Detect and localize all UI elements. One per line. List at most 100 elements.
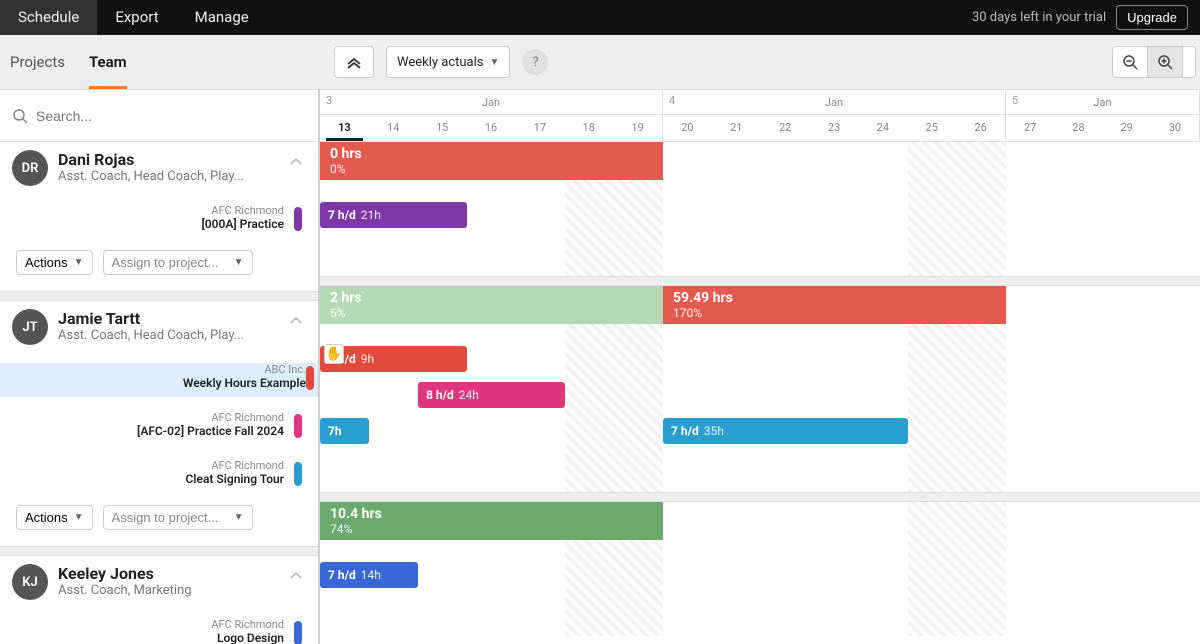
tab-manage[interactable]: Manage <box>177 0 267 35</box>
toolbar: Projects Team Weekly actuals ▼ ? <box>0 35 1200 90</box>
assignment-row[interactable]: AFC Richmond Cleat Signing Tour <box>12 459 306 493</box>
day-header[interactable]: 27 <box>1006 115 1054 141</box>
search-icon <box>12 108 28 124</box>
day-header[interactable]: 19 <box>613 115 662 141</box>
day-header[interactable]: 28 <box>1054 115 1102 141</box>
assignment-row[interactable]: AFC Richmond [AFC-02] Practice Fall 2024 <box>12 411 306 445</box>
summary-bar[interactable]: 10.4 hrs74% <box>320 502 663 540</box>
zoom-in-button[interactable] <box>1147 46 1183 78</box>
day-header[interactable]: 23 <box>810 115 859 141</box>
day-header[interactable]: 24 <box>858 115 907 141</box>
collapse-icon[interactable] <box>290 572 302 580</box>
task-rate: 7 h/d <box>671 424 699 438</box>
zoom-out-button[interactable] <box>1112 46 1148 78</box>
day-header[interactable]: 26 <box>956 115 1005 141</box>
person-name[interactable]: Keeley Jones <box>58 564 192 583</box>
avatar[interactable]: JT <box>12 309 48 345</box>
main-grid: DR Dani Rojas Asst. Coach, Head Coach, Pl… <box>0 90 1200 644</box>
day-header[interactable]: 16 <box>467 115 516 141</box>
assignment-name: Logo Design <box>12 631 284 644</box>
avatar[interactable]: KJ <box>12 564 48 600</box>
assignment-color-dot <box>294 207 302 231</box>
timeline-column: 3Jan131415161718194Jan202122232425265Jan… <box>320 90 1200 644</box>
task-bar[interactable]: 7 h/d35h <box>663 418 908 444</box>
timeline-assignment-row: 8 h/d 24h <box>320 376 1200 412</box>
actions-button[interactable]: Actions▼ <box>16 505 93 530</box>
chevron-down-icon: ▼ <box>74 257 84 268</box>
person-name[interactable]: Jamie Tartt <box>58 309 244 328</box>
task-rate: 7h <box>328 424 342 438</box>
assignment-color-dot <box>294 462 302 486</box>
day-header[interactable]: 30 <box>1151 115 1199 141</box>
summary-hours: 59.49 hrs <box>673 290 996 306</box>
assignment-name: Cleat Signing Tour <box>12 472 284 486</box>
actions-button[interactable]: Actions▼ <box>16 250 93 275</box>
day-header[interactable]: 17 <box>515 115 564 141</box>
day-header[interactable]: 14 <box>369 115 418 141</box>
search-input[interactable] <box>36 108 306 124</box>
summary-bar[interactable]: 0 hrs0% <box>320 142 663 180</box>
subtab-projects[interactable]: Projects <box>10 35 65 89</box>
summary-row: 10.4 hrs74% <box>320 502 1200 542</box>
task-bar[interactable]: 7 h/d14h <box>320 562 418 588</box>
task-total: 24h <box>459 388 479 402</box>
assignment-row[interactable]: ABC Inc. Weekly Hours Example <box>0 363 318 397</box>
assignment-name: [000A] Practice <box>12 217 284 231</box>
person-name[interactable]: Dani Rojas <box>58 150 244 169</box>
assignment-name: [AFC-02] Practice Fall 2024 <box>12 424 284 438</box>
collapse-all-button[interactable] <box>334 46 374 78</box>
topbar: Schedule Export Manage 30 days left in y… <box>0 0 1200 35</box>
summary-bar[interactable]: 59.49 hrs170% <box>663 286 1006 324</box>
task-bar[interactable]: 3 h/d9h✋ <box>320 346 467 372</box>
collapse-icon[interactable] <box>290 317 302 325</box>
week-number: 3 <box>326 94 332 107</box>
day-header[interactable]: 15 <box>418 115 467 141</box>
person-role: Asst. Coach, Head Coach, Play... <box>58 169 244 184</box>
summary-percent: 170% <box>673 306 996 320</box>
task-bar[interactable]: 8 h/d 24h <box>418 382 565 408</box>
timeline-assignment-row: 7 h/d21h <box>320 196 1200 232</box>
summary-hours: 10.4 hrs <box>330 506 653 522</box>
timeline-assignment-row: 3 h/d9h✋ <box>320 340 1200 376</box>
task-rate: 7 h/d <box>328 208 356 222</box>
avatar[interactable]: DR <box>12 150 48 186</box>
summary-hours: 0 hrs <box>330 146 653 162</box>
summary-bar[interactable]: 2 hrs5% <box>320 286 663 324</box>
task-bar[interactable]: 7 h/d21h <box>320 202 467 228</box>
task-bar[interactable]: 7h <box>320 418 369 444</box>
upgrade-button[interactable]: Upgrade <box>1116 5 1188 30</box>
tab-export[interactable]: Export <box>97 0 176 35</box>
week-block: 5Jan27282930 <box>1006 90 1200 141</box>
day-header[interactable]: 25 <box>907 115 956 141</box>
day-header[interactable]: 29 <box>1103 115 1151 141</box>
day-header[interactable]: 18 <box>564 115 613 141</box>
assignment-client: ABC Inc. <box>12 363 306 376</box>
week-block: 4Jan20212223242526 <box>663 90 1006 141</box>
assignment-name: Weekly Hours Example <box>12 376 306 390</box>
view-mode-select[interactable]: Weekly actuals ▼ <box>386 46 510 78</box>
subtab-team[interactable]: Team <box>89 35 127 89</box>
collapse-icon[interactable] <box>290 158 302 166</box>
assign-project-select[interactable]: Assign to project...▼ <box>103 505 253 530</box>
day-header[interactable]: 13 <box>320 115 369 141</box>
summary-percent: 74% <box>330 522 653 536</box>
day-header[interactable]: 20 <box>663 115 712 141</box>
assignment-row[interactable]: AFC Richmond Logo Design <box>12 618 306 644</box>
tab-schedule[interactable]: Schedule <box>0 0 97 35</box>
assignment-client: AFC Richmond <box>12 411 284 424</box>
day-header[interactable]: 21 <box>712 115 761 141</box>
chevron-down-icon: ▼ <box>234 512 244 523</box>
help-button[interactable]: ? <box>522 49 548 75</box>
summary-hours: 2 hrs <box>330 290 653 306</box>
trial-text: 30 days left in your trial <box>972 10 1106 25</box>
timeline-assignment-row: 7 h/d14h <box>320 556 1200 592</box>
assignment-row[interactable]: AFC Richmond [000A] Practice <box>12 204 306 238</box>
task-total: 14h <box>361 568 381 582</box>
task-rate: 8 h/d <box>426 388 454 402</box>
more-zoom-button[interactable] <box>1182 46 1196 78</box>
chevron-down-icon: ▼ <box>234 257 244 268</box>
side-column: DR Dani Rojas Asst. Coach, Head Coach, Pl… <box>0 90 320 644</box>
assign-project-select[interactable]: Assign to project...▼ <box>103 250 253 275</box>
day-header[interactable]: 22 <box>761 115 810 141</box>
person-row: JTJamie Tartt Asst. Coach, Head Coach, P… <box>0 301 318 546</box>
